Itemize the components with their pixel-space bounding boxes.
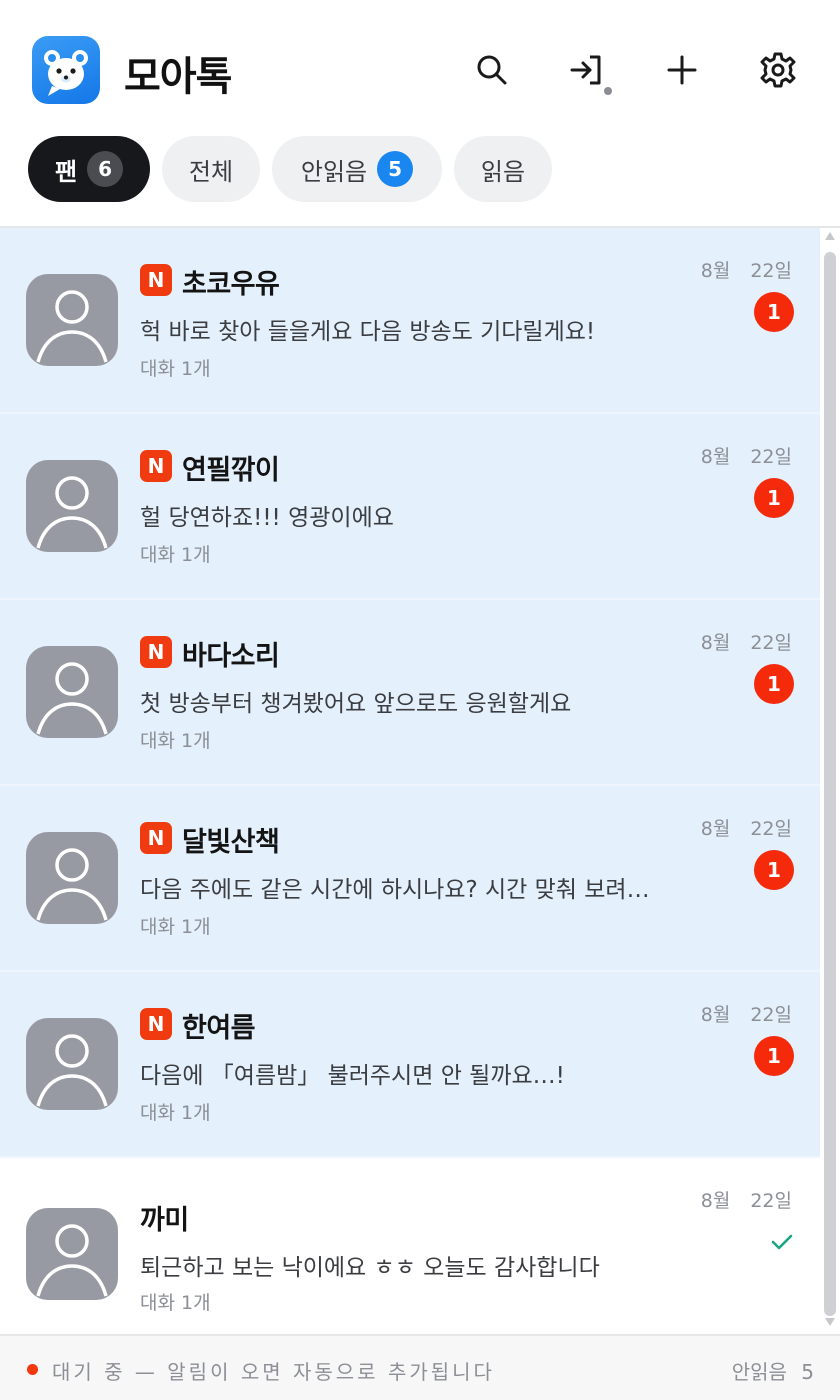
tab-label: 팬	[54, 157, 78, 186]
avatar	[26, 460, 118, 552]
message-preview: 다음 주에도 같은 시간에 하시나요? 시간 맞춰 보려…	[140, 877, 650, 903]
app-header: 모아톡	[0, 0, 840, 140]
unread-count-badge: 1	[754, 478, 794, 518]
new-badge: N	[140, 1008, 172, 1040]
tab-read[interactable]: 읽음	[454, 136, 552, 202]
message-date: 8월 22일	[700, 1004, 792, 1026]
conversation-row[interactable]: N 달빛산책 다음 주에도 같은 시간에 하시나요? 시간 맞춰 보려… 대화 …	[0, 786, 820, 972]
user-placeholder-icon	[36, 1034, 108, 1107]
user-placeholder-icon	[36, 1224, 108, 1297]
conversation-list: N 초코우유 헉 바로 찾아 들을게요 다음 방송도 기다릴게요! 대화 1개 …	[0, 228, 820, 1336]
contact-name: 까미	[140, 1205, 189, 1236]
avatar	[26, 1208, 118, 1300]
conversation-row[interactable]: 까미 퇴근하고 보는 낙이에요 ㅎㅎ 오늘도 감사합니다 대화 1개 8월 22…	[0, 1158, 820, 1336]
message-date: 8월 22일	[700, 818, 792, 840]
scrollbar[interactable]	[822, 230, 838, 1334]
tab-label: 전체	[188, 157, 234, 186]
search-icon	[477, 55, 507, 85]
message-date: 8월 22일	[700, 1190, 792, 1212]
conversation-row[interactable]: N 한여름 다음에 「여름밤」 불러주시면 안 될까요…! 대화 1개 8월 2…	[0, 972, 820, 1158]
app-title: 모아톡	[124, 54, 232, 100]
new-badge: N	[140, 822, 172, 854]
conversation-count: 대화 1개	[140, 544, 211, 566]
status-text: 대기 중 — 알림이 오면 자동으로 추가됩니다	[52, 1360, 495, 1384]
conversation-row[interactable]: N 바다소리 첫 방송부터 챙겨봤어요 앞으로도 응원할게요 대화 1개 8월 …	[0, 600, 820, 786]
contact-name: 바다소리	[182, 641, 280, 672]
bear-logo-icon	[44, 50, 88, 96]
message-preview: 다음에 「여름밤」 불러주시면 안 될까요…!	[140, 1063, 565, 1089]
scroll-down-arrow-icon[interactable]	[825, 1318, 835, 1326]
contact-name: 달빛산책	[182, 827, 280, 858]
tab-fans[interactable]: 팬 6	[28, 136, 150, 202]
scroll-up-arrow-icon[interactable]	[825, 232, 835, 240]
new-badge: N	[140, 450, 172, 482]
message-preview: 헉 바로 찾아 들을게요 다음 방송도 기다릴게요!	[140, 319, 596, 345]
login-status-dot	[604, 87, 612, 95]
login-button[interactable]	[564, 48, 608, 92]
message-date: 8월 22일	[700, 260, 792, 282]
scrollbar-thumb[interactable]	[824, 252, 836, 1316]
conversation-count: 대화 1개	[140, 916, 211, 938]
user-placeholder-icon	[36, 290, 108, 363]
plus-icon	[667, 55, 697, 85]
new-badge: N	[140, 636, 172, 668]
gear-icon	[760, 52, 796, 88]
avatar	[26, 646, 118, 738]
user-placeholder-icon	[36, 476, 108, 549]
tab-count-badge: 6	[87, 151, 124, 187]
filter-tabs: 팬 6 전체 안읽음 5 읽음	[0, 136, 840, 202]
unread-count-badge: 1	[754, 1036, 794, 1076]
message-date: 8월 22일	[700, 632, 792, 654]
conversation-row[interactable]: N 연필깎이 헐 당연하죠!!! 영광이에요 대화 1개 8월 22일 1	[0, 414, 820, 600]
settings-button[interactable]	[756, 48, 800, 92]
conversation-count: 대화 1개	[140, 1102, 211, 1124]
unread-count-badge: 1	[754, 292, 794, 332]
tab-label: 읽음	[480, 157, 526, 186]
new-badge: N	[140, 264, 172, 296]
message-preview: 헐 당연하죠!!! 영광이에요	[140, 505, 394, 531]
avatar	[26, 832, 118, 924]
contact-name: 한여름	[182, 1013, 256, 1044]
status-indicator-dot	[27, 1364, 38, 1375]
avatar	[26, 1018, 118, 1110]
add-button[interactable]	[660, 48, 704, 92]
conversation-count: 대화 1개	[140, 1292, 211, 1314]
avatar	[26, 274, 118, 366]
tab-unread[interactable]: 안읽음 5	[272, 136, 442, 202]
user-placeholder-icon	[36, 848, 108, 921]
conversation-count: 대화 1개	[140, 358, 211, 380]
user-placeholder-icon	[36, 662, 108, 735]
status-bar: 대기 중 — 알림이 오면 자동으로 추가됩니다 안읽음 5	[0, 1334, 840, 1400]
conversation-row[interactable]: N 초코우유 헉 바로 찾아 들을게요 다음 방송도 기다릴게요! 대화 1개 …	[0, 228, 820, 414]
message-date: 8월 22일	[700, 446, 792, 468]
tab-label: 안읽음	[300, 157, 368, 186]
message-preview: 퇴근하고 보는 낙이에요 ㅎㅎ 오늘도 감사합니다	[140, 1255, 600, 1281]
tab-all[interactable]: 전체	[162, 136, 260, 202]
search-button[interactable]	[470, 48, 514, 92]
message-preview: 첫 방송부터 챙겨봤어요 앞으로도 응원할게요	[140, 691, 572, 717]
app-logo	[32, 36, 100, 104]
unread-summary: 안읽음 5	[731, 1360, 814, 1384]
tab-count-badge: 5	[377, 151, 414, 187]
unread-count-badge: 1	[754, 664, 794, 704]
contact-name: 연필깎이	[182, 455, 280, 486]
read-check-icon	[771, 1234, 793, 1250]
unread-count-badge: 1	[754, 850, 794, 890]
conversation-count: 대화 1개	[140, 730, 211, 752]
login-icon	[570, 55, 601, 85]
contact-name: 초코우유	[182, 269, 280, 300]
